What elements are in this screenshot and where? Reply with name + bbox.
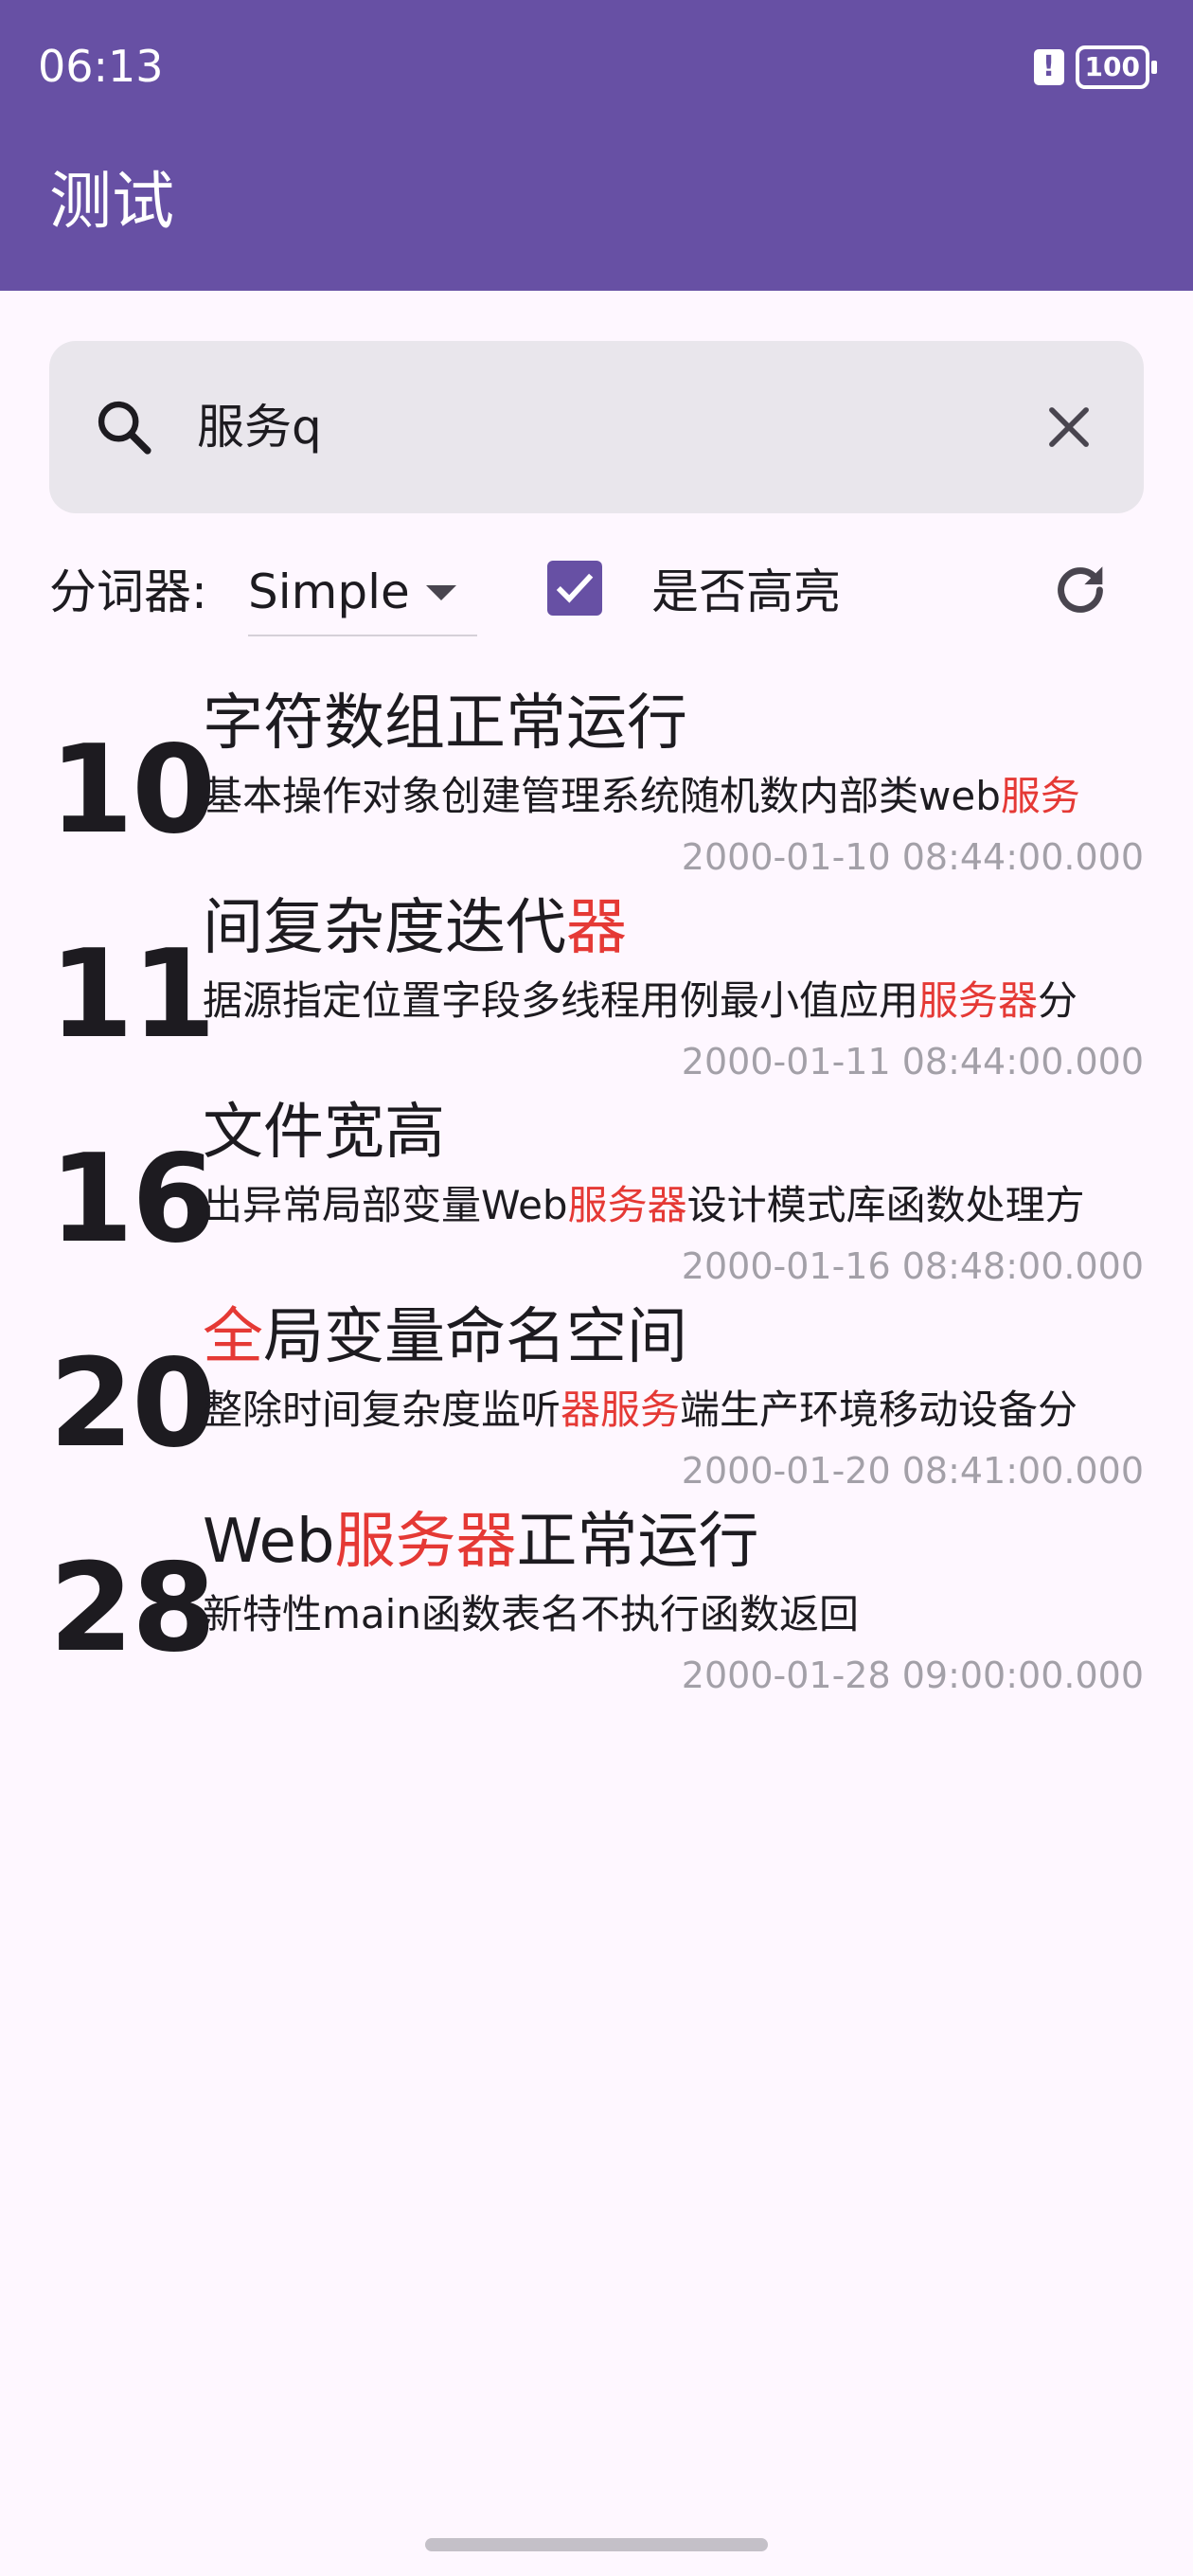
result-date: 2000-01-16 08:48:00.000 [681, 1245, 1144, 1287]
result-number: 11 [49, 924, 216, 1065]
highlight-text: 服务器 [918, 977, 1039, 1024]
result-item[interactable]: 10 字符数组正常运行基本操作对象创建管理系统随机数内部类web服务 2000-01… [0, 682, 1193, 886]
result-item[interactable]: 28 Web服务器正常运行新特性main函数表名不执行函数返回 2000-01-28… [0, 1500, 1193, 1705]
check-icon [556, 573, 594, 603]
text-segment: 文件宽高 [203, 1098, 445, 1168]
result-description: 整除时间复杂度监听器服务端生产环境移动设备分 [203, 1383, 1144, 1438]
result-date: 2000-01-28 09:00:00.000 [681, 1655, 1144, 1696]
text-segment: 新特性main函数表名不执行函数返回 [203, 1591, 859, 1637]
highlight-label: 是否高亮 [651, 564, 841, 619]
text-segment: 出异常局部变量Web [203, 1182, 568, 1228]
search-bar[interactable]: 服务q [49, 341, 1144, 513]
highlight-text: 器服务 [561, 1386, 681, 1433]
highlight-text: 服务 [1000, 773, 1080, 819]
text-segment: 正常运行 [516, 1507, 759, 1577]
result-title: 间复杂度迭代器 [203, 890, 1144, 966]
result-date: 2000-01-10 08:44:00.000 [681, 836, 1144, 878]
segmenter-value: Simple [248, 564, 410, 619]
result-title: 文件宽高 [203, 1095, 1144, 1171]
refresh-icon[interactable] [1047, 557, 1113, 623]
result-title: 字符数组正常运行 [203, 686, 1144, 761]
search-input[interactable]: 服务q [197, 396, 322, 458]
result-item[interactable]: 11 间复杂度迭代器据源指定位置字段多线程用例最小值应用服务器分 2000-01-1… [0, 886, 1193, 1091]
app-header: 06:13 ! 100 测试 [0, 0, 1193, 291]
segmenter-dropdown[interactable]: Simple [248, 551, 477, 636]
text-segment: 设计模式库函数处理方 [686, 1182, 1085, 1228]
options-row: 分词器: Simple 是否高亮 [0, 551, 1193, 655]
result-number: 28 [49, 1538, 216, 1679]
result-number: 20 [49, 1333, 216, 1475]
text-segment: 字符数组正常运行 [203, 689, 687, 759]
text-segment: 分 [1038, 977, 1078, 1024]
text-segment: 整除时间复杂度监听 [203, 1386, 561, 1433]
result-number: 16 [49, 1129, 216, 1270]
result-description: 新特性main函数表名不执行函数返回 [203, 1587, 1144, 1642]
highlight-text: 服务器 [567, 1182, 687, 1228]
text-segment: Web [203, 1507, 335, 1577]
home-indicator[interactable] [425, 2538, 768, 2551]
highlight-text: 全 [203, 1302, 263, 1372]
text-segment: 间复杂度迭代 [203, 893, 566, 963]
text-segment: 基本操作对象创建管理系统随机数内部类web [203, 773, 1001, 819]
search-icon [98, 401, 151, 455]
status-time: 06:13 [38, 41, 164, 92]
text-segment: 端生产环境移动设备分 [680, 1386, 1078, 1433]
chevron-down-icon [426, 585, 456, 600]
result-description: 据源指定位置字段多线程用例最小值应用服务器分 [203, 974, 1144, 1029]
result-description: 出异常局部变量Web服务器设计模式库函数处理方 [203, 1178, 1144, 1233]
alert-icon: ! [1033, 49, 1064, 85]
result-item[interactable]: 16 文件宽高出异常局部变量Web服务器设计模式库函数处理方 2000-01-16 … [0, 1091, 1193, 1296]
result-title: 全局变量命名空间 [203, 1299, 1144, 1375]
result-title: Web服务器正常运行 [203, 1504, 1144, 1580]
segmenter-label: 分词器: [49, 564, 207, 619]
result-item[interactable]: 20 全局变量命名空间整除时间复杂度监听器服务端生产环境移动设备分 2000-01-… [0, 1296, 1193, 1500]
highlight-text: 器 [566, 893, 627, 963]
status-icons: ! 100 [1033, 45, 1158, 89]
text-segment: 局变量命名空间 [263, 1302, 687, 1372]
close-icon[interactable] [1040, 398, 1098, 456]
page-title: 测试 [49, 165, 174, 238]
result-description: 基本操作对象创建管理系统随机数内部类web服务 [203, 769, 1144, 824]
highlight-checkbox[interactable] [547, 561, 602, 616]
result-number: 10 [49, 720, 216, 861]
result-date: 2000-01-11 08:44:00.000 [681, 1041, 1144, 1082]
highlight-text: 服务器 [334, 1507, 517, 1577]
battery-icon: 100 [1075, 45, 1158, 89]
text-segment: 据源指定位置字段多线程用例最小值应用 [203, 977, 919, 1024]
result-date: 2000-01-20 08:41:00.000 [681, 1450, 1144, 1492]
